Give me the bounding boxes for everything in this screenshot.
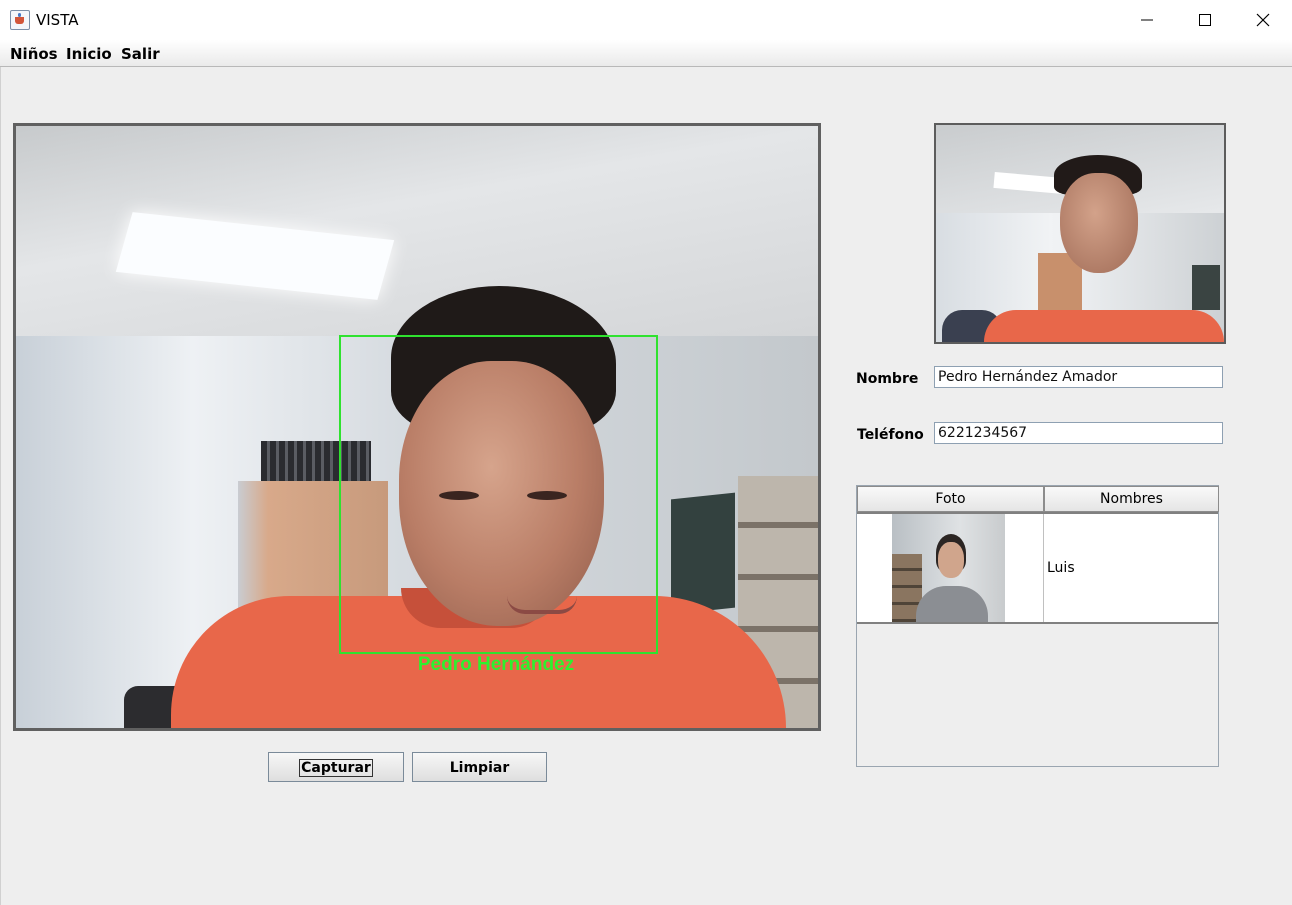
java-app-icon (10, 10, 30, 30)
menu-ninos[interactable]: Niños (10, 45, 58, 63)
minimize-icon (1141, 19, 1153, 21)
title-bar: VISTA (0, 0, 1292, 41)
minimize-button[interactable] (1118, 0, 1176, 40)
menu-bar: Niños Inicio Salir (0, 40, 1292, 67)
capture-button[interactable]: Capturar (268, 752, 404, 782)
maximize-icon (1199, 14, 1211, 26)
phone-field[interactable]: 6221234567 (934, 422, 1223, 444)
recognized-name-label: Pedro Hernández (417, 654, 575, 675)
column-header-foto[interactable]: Foto (857, 486, 1044, 512)
table-row[interactable]: Luis (857, 512, 1218, 624)
captured-photo (934, 123, 1226, 344)
face-detection-box (339, 335, 658, 654)
menu-salir[interactable]: Salir (121, 45, 160, 63)
menu-inicio[interactable]: Inicio (66, 45, 112, 63)
maximize-button[interactable] (1176, 0, 1234, 40)
camera-feed: Pedro Hernández (13, 123, 821, 731)
name-label: Nombre (856, 371, 919, 387)
name-cell: Luis (1047, 560, 1075, 576)
person-thumbnail (892, 514, 1005, 622)
children-table: Foto Nombres Luis (856, 485, 1219, 767)
feed-board (671, 492, 735, 615)
close-button[interactable] (1234, 0, 1292, 40)
photo-cell (857, 514, 1044, 622)
window-title: VISTA (36, 11, 79, 29)
close-icon (1256, 13, 1270, 27)
phone-label: Teléfono (857, 427, 924, 443)
name-field[interactable]: Pedro Hernández Amador (934, 366, 1223, 388)
column-header-nombres[interactable]: Nombres (1044, 486, 1219, 512)
clear-button[interactable]: Limpiar (412, 752, 547, 782)
